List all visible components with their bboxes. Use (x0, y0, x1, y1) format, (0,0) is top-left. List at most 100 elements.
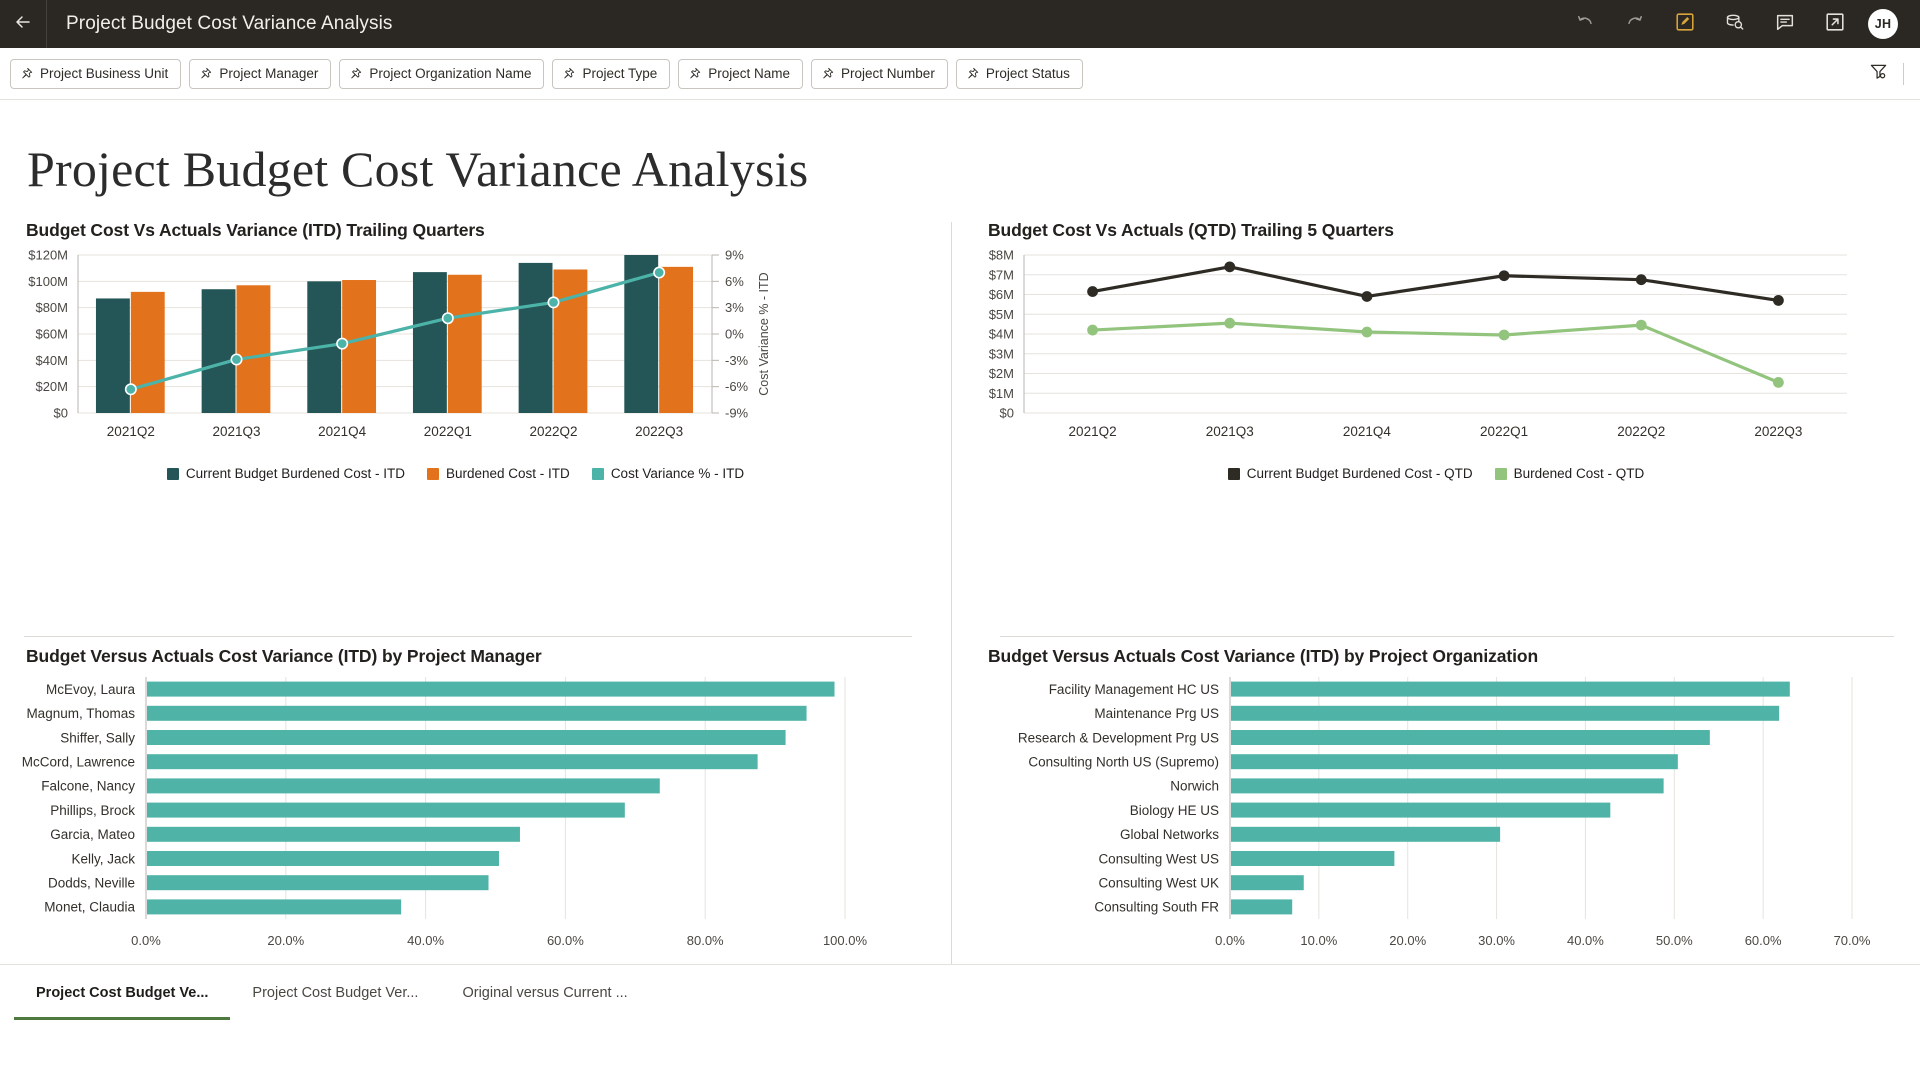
bar[interactable] (518, 262, 553, 413)
data-point[interactable] (441, 312, 454, 325)
tab-original-versus-current[interactable]: Original versus Current ... (440, 965, 649, 1020)
undo-icon (1574, 11, 1596, 38)
chart-legend: Current Budget Burdened Cost - QTD Burden… (952, 466, 1920, 481)
category-label: Global Networks (1120, 827, 1219, 842)
y-axis-tick: $8M (989, 248, 1014, 263)
legend-swatch (1227, 467, 1240, 480)
data-point[interactable] (1498, 329, 1510, 341)
edit-button[interactable] (1660, 0, 1710, 48)
bar[interactable] (1231, 875, 1304, 891)
tab-label: Project Cost Budget Ver... (252, 984, 419, 1001)
data-point[interactable] (1635, 274, 1647, 286)
legend-item[interactable]: Current Budget Burdened Cost - ITD (166, 466, 405, 481)
bar[interactable] (1231, 802, 1611, 818)
tab-project-cost-budget-ve[interactable]: Project Cost Budget Ve... (14, 965, 231, 1020)
filter-bar-divider (1903, 62, 1904, 85)
data-point[interactable] (1635, 319, 1647, 331)
bar[interactable] (236, 285, 271, 413)
x-axis-tick: 2021Q2 (107, 424, 155, 439)
back-button[interactable] (0, 0, 46, 48)
line-chart-svg[interactable]: $0 $1M $2M $3M $4M $5M $6M $7M $8M 2021Q2 2021Q3 20… (952, 245, 1872, 460)
data-point[interactable] (1087, 324, 1098, 336)
panel-variance-by-project-organization: Budget Versus Actuals Cost Variance (ITD… (952, 646, 1920, 961)
hbar-manager-svg[interactable]: 0.0% 20.0% 40.0% 60.0% 80.0% 100.0% McEvoy, La… (0, 671, 900, 961)
filter-chip-project-type[interactable]: Project Type (552, 58, 671, 89)
bar[interactable] (147, 826, 520, 842)
category-label: Consulting South FR (1094, 900, 1219, 915)
x-axis-tick: 2022Q1 (1480, 424, 1528, 439)
chart-title: Budget Cost Vs Actuals (QTD) Trailing 5 … (988, 220, 1394, 240)
chart-qtd-trailing-5-quarters[interactable]: $0 $1M $2M $3M $4M $5M $6M $7M $8M 2021Q2 2021Q3 20… (952, 245, 1920, 460)
legend-item[interactable]: Burdened Cost - ITD (427, 466, 570, 481)
bar[interactable] (147, 681, 835, 697)
legend-label: Cost Variance % - ITD (610, 466, 745, 481)
y-axis-tick: $80M (35, 300, 68, 315)
bar[interactable] (1231, 729, 1710, 746)
legend-item[interactable]: Burdened Cost - QTD (1494, 466, 1644, 481)
filter-chip-project-manager[interactable]: Project Manager (189, 58, 332, 89)
y-axis-tick: $3M (989, 346, 1014, 361)
share-button[interactable] (1810, 0, 1860, 48)
bar[interactable] (147, 802, 625, 818)
bar[interactable] (147, 729, 786, 746)
redo-button[interactable] (1610, 0, 1660, 48)
bar[interactable] (1231, 778, 1664, 794)
bar[interactable] (1231, 899, 1293, 915)
bar[interactable] (447, 274, 482, 413)
filter-chip-label: Project Number (841, 66, 935, 81)
bar[interactable] (1231, 850, 1395, 867)
data-point[interactable] (1224, 317, 1236, 329)
bar[interactable] (1231, 826, 1501, 842)
y2-axis-tick: 0% (725, 327, 744, 342)
filter-chip-project-number[interactable]: Project Number (811, 58, 948, 89)
bar[interactable] (201, 289, 236, 413)
y-axis-tick: $40M (35, 353, 68, 368)
comment-button[interactable] (1760, 0, 1810, 48)
bar[interactable] (1231, 705, 1780, 721)
bar[interactable] (95, 298, 130, 413)
bar[interactable] (147, 778, 660, 794)
data-point[interactable] (653, 266, 666, 279)
chart-variance-by-project-organization[interactable]: 0.0% 10.0% 20.0% 30.0% 40.0% 50.0% 60.0% 70.0% F… (952, 671, 1920, 961)
combo-chart-svg[interactable]: $0 $20M $40M $60M $80M $100M $120M -9% -6% -3% 0% 3… (0, 245, 900, 460)
filter-chip-project-organization-name[interactable]: Project Organization Name (339, 58, 545, 89)
bar[interactable] (147, 875, 489, 891)
data-point[interactable] (230, 353, 243, 366)
data-point[interactable] (547, 296, 560, 309)
undo-button[interactable] (1560, 0, 1610, 48)
line-series[interactable] (1090, 265, 1781, 303)
bar[interactable] (147, 754, 758, 770)
legend-item[interactable]: Current Budget Burdened Cost - QTD (1227, 466, 1473, 481)
data-point[interactable] (336, 337, 349, 350)
data-point[interactable] (1361, 291, 1373, 302)
data-point[interactable] (1224, 261, 1236, 273)
filter-chip-project-name[interactable]: Project Name (678, 58, 804, 89)
bar[interactable] (1231, 754, 1678, 770)
bar[interactable] (659, 266, 694, 413)
filter-chip-label: Project Organization Name (369, 66, 532, 81)
bar[interactable] (412, 272, 447, 413)
bar[interactable] (147, 899, 402, 915)
data-point[interactable] (1498, 270, 1510, 282)
data-point[interactable] (1087, 286, 1098, 297)
data-point[interactable] (124, 383, 137, 396)
data-point[interactable] (1773, 376, 1784, 388)
avatar[interactable]: JH (1868, 9, 1898, 39)
bar[interactable] (553, 269, 588, 413)
tab-project-cost-budget-ver[interactable]: Project Cost Budget Ver... (230, 965, 440, 1020)
hbar-organization-svg[interactable]: 0.0% 10.0% 20.0% 30.0% 40.0% 50.0% 60.0% 70.0% F… (952, 671, 1882, 961)
bar[interactable] (130, 291, 165, 413)
filter-button[interactable] (1861, 57, 1895, 91)
pin-icon (821, 67, 834, 80)
data-button[interactable] (1710, 0, 1760, 48)
legend-item[interactable]: Cost Variance % - ITD (591, 466, 745, 481)
chart-variance-by-project-manager[interactable]: 0.0% 20.0% 40.0% 60.0% 80.0% 100.0% McEvoy, La… (0, 671, 951, 961)
data-point[interactable] (1361, 326, 1373, 338)
bar[interactable] (1231, 681, 1790, 697)
filter-chip-project-status[interactable]: Project Status (955, 58, 1083, 89)
filter-chip-project-business-unit[interactable]: Project Business Unit (10, 58, 182, 89)
bar[interactable] (147, 850, 499, 867)
chart-itd-trailing-quarters[interactable]: $0 $20M $40M $60M $80M $100M $120M -9% -6% -3% 0% 3… (0, 245, 951, 460)
bar[interactable] (147, 705, 807, 721)
data-point[interactable] (1773, 295, 1784, 306)
